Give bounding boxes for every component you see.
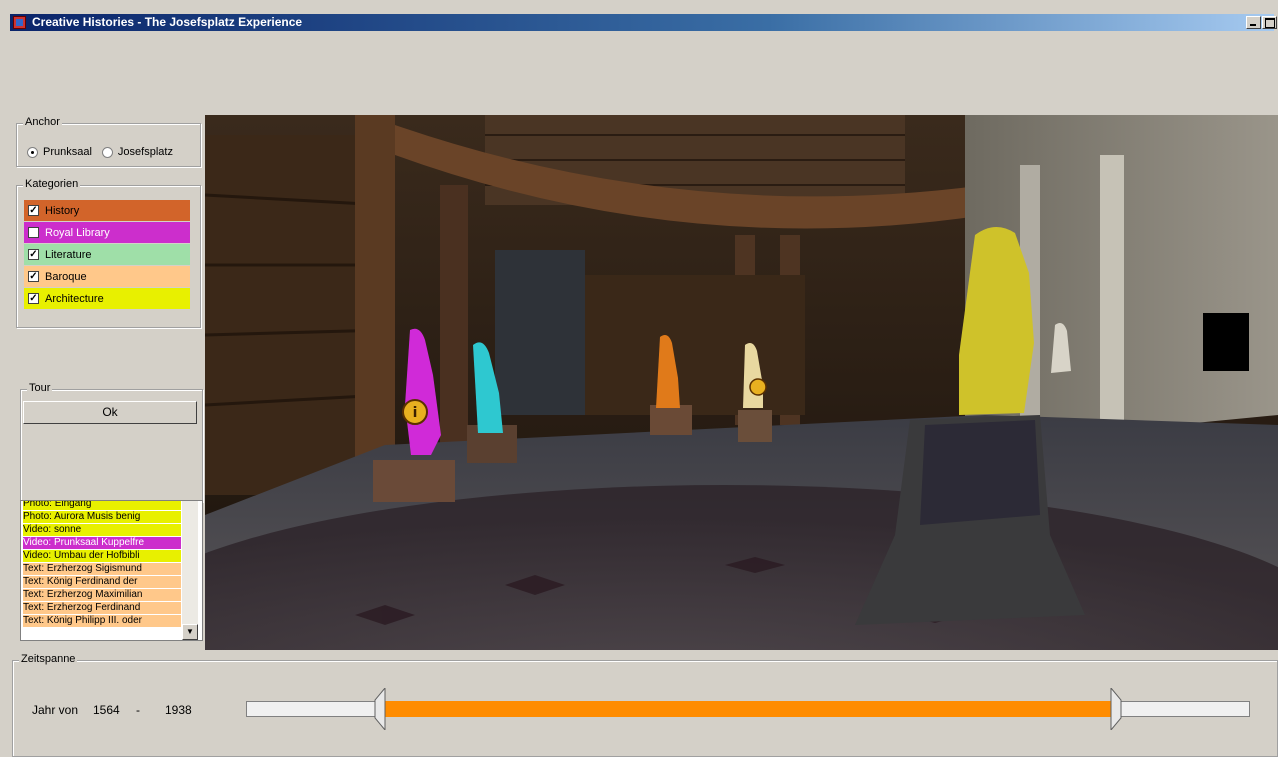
category-literature[interactable]: ✓ Literature bbox=[24, 244, 190, 265]
window-title: Creative Histories - The Josefsplatz Exp… bbox=[32, 15, 303, 29]
media-listbox[interactable]: Photo: Eingang Photo: Aurora Musis benig… bbox=[20, 500, 203, 641]
list-item[interactable]: Text: König Ferdinand der bbox=[23, 576, 181, 588]
architecture-label: Architecture bbox=[45, 292, 104, 305]
josefsplatz-label[interactable]: Josefsplatz bbox=[118, 146, 173, 158]
year-to-value: 1938 bbox=[165, 703, 192, 717]
royal-library-label: Royal Library bbox=[45, 226, 110, 239]
list-item[interactable]: Text: Erzherzog Maximilian bbox=[23, 589, 181, 601]
anchor-group: Anchor Prunksaal Josefsplatz bbox=[16, 116, 201, 167]
tour-legend: Tour bbox=[27, 382, 53, 394]
architecture-checkbox[interactable]: ✓ bbox=[28, 293, 39, 304]
royal-library-checkbox[interactable] bbox=[28, 227, 39, 238]
3d-viewport[interactable]: i bbox=[205, 115, 1278, 650]
kategorien-group: Kategorien ✓ History Royal Library ✓ Lit… bbox=[16, 178, 201, 328]
josefsplatz-radio[interactable] bbox=[101, 146, 113, 158]
list-item[interactable]: Video: sonne bbox=[23, 524, 181, 536]
year-from-value: 1564 bbox=[93, 703, 120, 717]
kategorien-legend: Kategorien bbox=[23, 178, 81, 190]
list-item[interactable]: Text: Erzherzog Sigismund bbox=[23, 563, 181, 575]
tour-group: Tour Ok bbox=[20, 382, 203, 502]
baroque-checkbox[interactable]: ✓ bbox=[28, 271, 39, 282]
list-item[interactable]: Video: Umbau der Hofbibli bbox=[23, 550, 181, 562]
baroque-label: Baroque bbox=[45, 270, 87, 283]
year-range-fill bbox=[384, 701, 1112, 717]
year-separator: - bbox=[136, 703, 140, 717]
list-item[interactable]: Photo: Aurora Musis benig bbox=[23, 511, 181, 523]
library-scene: i bbox=[205, 115, 1278, 650]
history-checkbox[interactable]: ✓ bbox=[28, 205, 39, 216]
minimize-button[interactable] bbox=[1246, 16, 1261, 29]
app-icon bbox=[13, 16, 26, 29]
literature-checkbox[interactable]: ✓ bbox=[28, 249, 39, 260]
list-item[interactable]: Text: Erzherzog Ferdinand bbox=[23, 602, 181, 614]
list-item[interactable]: Photo: Eingang bbox=[23, 501, 181, 510]
tour-ok-button[interactable]: Ok bbox=[23, 401, 197, 424]
scroll-down-icon[interactable]: ▼ bbox=[182, 624, 198, 640]
list-scrollbar[interactable]: ▼ bbox=[182, 501, 198, 640]
literature-label: Literature bbox=[45, 248, 92, 261]
prunksaal-label[interactable]: Prunksaal bbox=[43, 146, 92, 158]
range-start-thumb[interactable] bbox=[374, 688, 386, 730]
svg-text:i: i bbox=[413, 405, 418, 421]
prunksaal-radio[interactable] bbox=[27, 146, 38, 158]
maximize-button[interactable] bbox=[1262, 16, 1277, 29]
category-royal-library[interactable]: Royal Library bbox=[24, 222, 190, 243]
jahr-von-label: Jahr von bbox=[32, 703, 79, 717]
category-history[interactable]: ✓ History bbox=[24, 200, 190, 221]
zeitspanne-legend: Zeitspanne bbox=[19, 653, 78, 665]
list-item[interactable]: Text: König Philipp III. oder bbox=[23, 615, 181, 627]
range-end-thumb[interactable] bbox=[1110, 688, 1122, 730]
anchor-legend: Anchor bbox=[23, 116, 62, 128]
title-bar: Creative Histories - The Josefsplatz Exp… bbox=[10, 14, 1277, 31]
history-label: History bbox=[45, 204, 80, 217]
category-baroque[interactable]: ✓ Baroque bbox=[24, 266, 190, 287]
list-item[interactable]: Video: Prunksaal Kuppelfre bbox=[23, 537, 181, 549]
category-architecture[interactable]: ✓ Architecture bbox=[24, 288, 190, 309]
